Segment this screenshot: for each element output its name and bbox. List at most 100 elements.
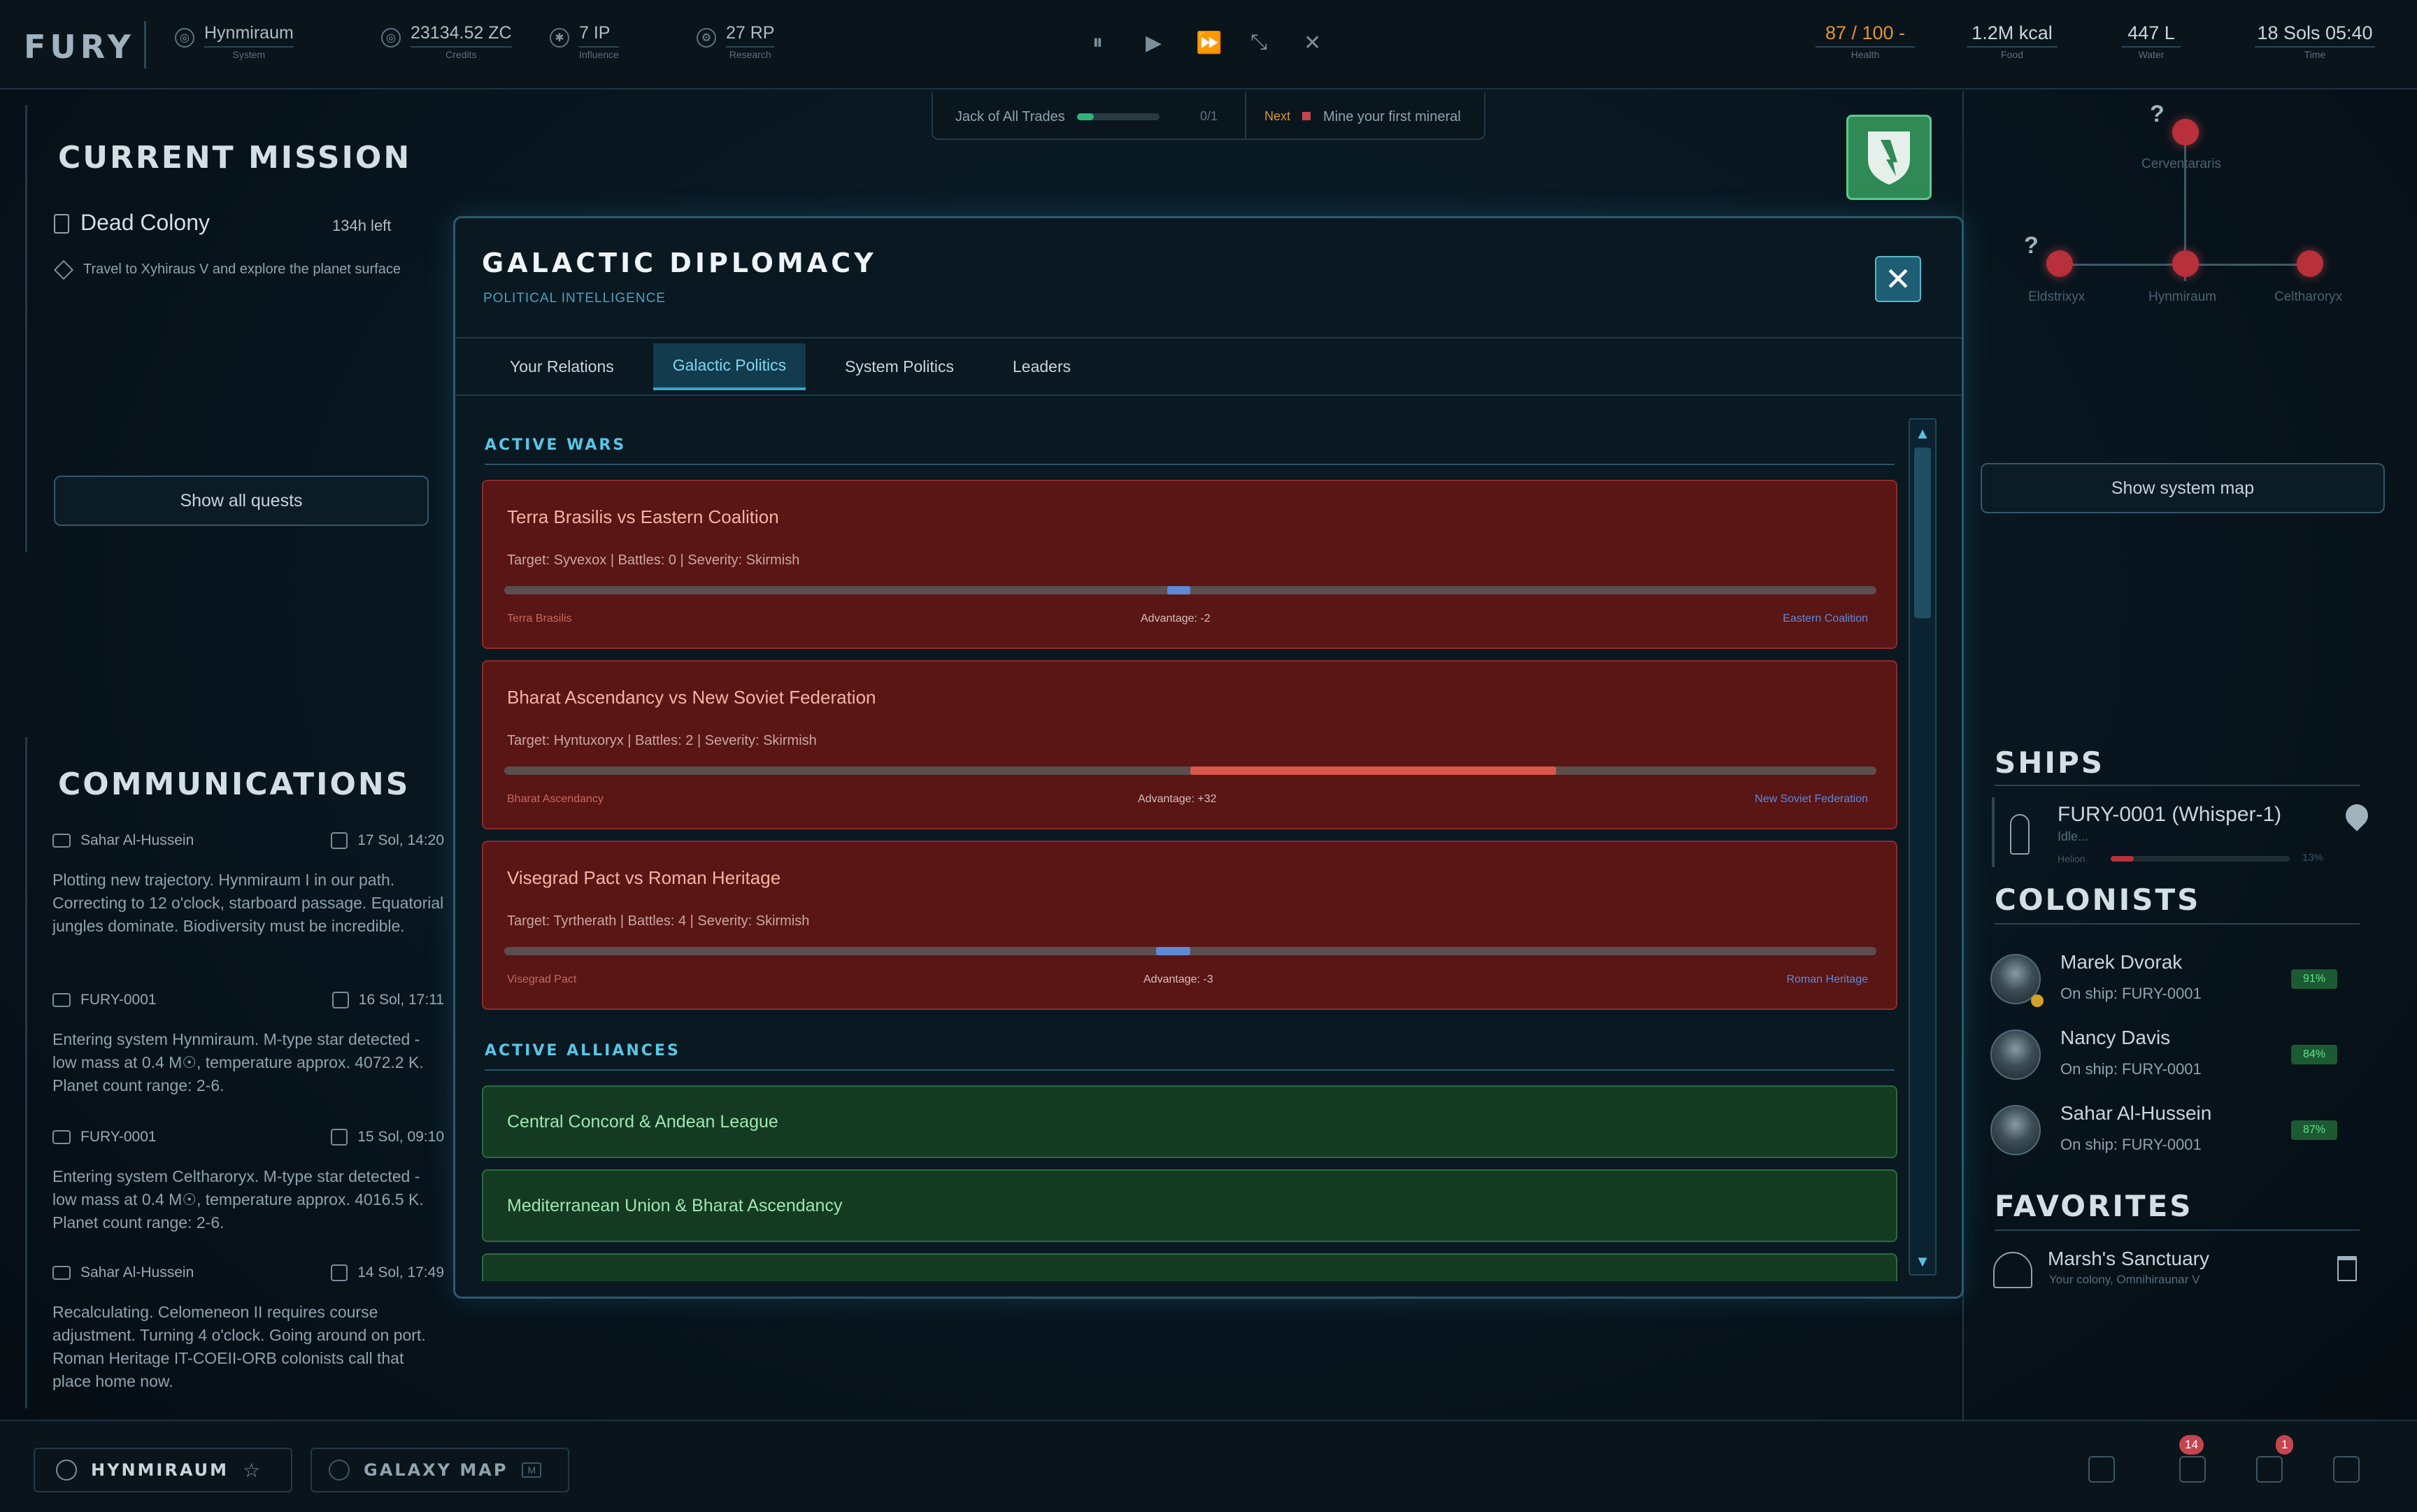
chat-icon <box>52 993 71 1007</box>
galaxy-map-label: GALAXY MAP <box>364 1460 508 1480</box>
fuel-fill <box>2111 856 2134 862</box>
health-stat[interactable]: 87 / 100 - Health <box>1816 21 1915 60</box>
fuel-percent: 13% <box>2302 852 2324 864</box>
clipboard-icon[interactable] <box>2333 1456 2360 1483</box>
message-item[interactable]: FURY-0001 15 Sol, 09:10 Entering system C… <box>52 1129 444 1234</box>
system-node[interactable] <box>2046 250 2073 277</box>
achievement-progress-bar <box>1077 113 1160 120</box>
chat-icon <box>52 1130 71 1144</box>
fuel-label: Helion <box>2058 853 2086 864</box>
tab-galactic-politics[interactable]: Galactic Politics <box>653 343 806 390</box>
divider <box>1995 1229 2360 1231</box>
research-value: 27 RP <box>726 23 775 43</box>
faction-emblem-icon[interactable] <box>1846 115 1932 200</box>
alliance-card[interactable] <box>482 1253 1897 1281</box>
location-tab[interactable]: HYNMIRAUM ☆ <box>34 1448 292 1492</box>
favorite-detail: Your colony, Omnihiraunar V <box>2049 1273 2200 1286</box>
credits-stat[interactable]: ◎ 23134.52 ZC Credits <box>381 21 512 60</box>
fast-forward-icon[interactable]: ⏩ <box>1196 31 1222 55</box>
war-card[interactable]: Visegrad Pact vs Roman Heritage Target: … <box>482 841 1897 1010</box>
document-icon[interactable] <box>2088 1456 2115 1483</box>
colonist-location: On ship: FURY-0001 <box>2060 1060 2202 1078</box>
colonist-item[interactable]: Sahar Al-Hussein On ship: FURY-0001 87% <box>1990 1097 2354 1164</box>
influence-stat[interactable]: ✱ 7 IP Influence <box>550 21 619 60</box>
message-item[interactable]: FURY-0001 16 Sol, 17:11 Entering system H… <box>52 992 444 1097</box>
health-badge: 91% <box>2291 969 2337 989</box>
mission-name[interactable]: Dead Colony <box>80 210 210 236</box>
food-label: Food <box>1967 46 2058 60</box>
advantage-label: Advantage: +32 <box>1138 793 1217 805</box>
scroll-thumb[interactable] <box>1914 448 1931 618</box>
message-text: Entering system Hynmiraum. M-type star d… <box>52 1030 424 1094</box>
message-list: Sahar Al-Hussein 17 Sol, 14:20 Plotting n… <box>52 832 447 1408</box>
war-left-faction: Bharat Ascendancy <box>507 793 604 805</box>
system-node[interactable] <box>2297 250 2323 277</box>
colonist-item[interactable]: Marek Dvorak On ship: FURY-0001 91% <box>1990 946 2354 1013</box>
credits-value: 23134.52 ZC <box>411 23 512 43</box>
star-icon[interactable]: ☆ <box>243 1459 260 1482</box>
scrollbar[interactable]: ▲ ▼ <box>1909 418 1937 1276</box>
war-left-faction: Terra Brasilis <box>507 613 572 625</box>
shield-icon <box>1868 131 1910 185</box>
message-sender: FURY-0001 <box>80 992 157 1008</box>
calendar-icon <box>331 832 348 849</box>
crafting-icon[interactable] <box>2179 1456 2206 1483</box>
avatar <box>1990 1105 2041 1155</box>
pause-icon[interactable]: ⏸ <box>1092 31 1103 55</box>
modal-title: GALACTIC DIPLOMACY <box>482 248 877 278</box>
war-right-faction: New Soviet Federation <box>1755 793 1868 805</box>
tab-leaders[interactable]: Leaders <box>993 345 1090 389</box>
war-title: Visegrad Pact vs Roman Heritage <box>507 867 781 888</box>
faster-icon[interactable]: ⤡ <box>1250 31 1267 55</box>
active-wars-title: ACTIVE WARS <box>485 436 1895 465</box>
advantage-label: Advantage: -3 <box>1143 973 1213 985</box>
alliance-card[interactable]: Central Concord & Andean League <box>482 1085 1897 1158</box>
time-stat[interactable]: 18 Sols 05:40 Time <box>2255 21 2375 60</box>
tab-system-politics[interactable]: System Politics <box>825 345 974 389</box>
fuel-bar <box>2111 856 2290 862</box>
advantage-fill <box>1167 586 1190 594</box>
system-map[interactable]: ? ? Cerventararis Eldstrixyx Hynmiraum C… <box>1979 98 2392 462</box>
health-label: Health <box>1816 46 1915 60</box>
rocket-icon <box>2010 814 2030 855</box>
message-item[interactable]: Sahar Al-Hussein 14 Sol, 17:49 Recalculat… <box>52 1264 444 1393</box>
war-card[interactable]: Terra Brasilis vs Eastern Coalition Targ… <box>482 480 1897 649</box>
ship-item[interactable]: FURY-0001 (Whisper-1) Idle... Helion 13% <box>1992 797 2373 867</box>
message-item[interactable]: Sahar Al-Hussein 17 Sol, 14:20 Plotting n… <box>52 832 444 938</box>
politics-content: ACTIVE WARS Terra Brasilis vs Eastern Co… <box>455 401 1907 1281</box>
system-node[interactable] <box>2172 250 2199 277</box>
show-system-map-button[interactable]: Show system map <box>1981 463 2385 513</box>
water-stat[interactable]: 447 L Water <box>2122 21 2181 60</box>
advantage-bar <box>504 947 1876 955</box>
close-icon[interactable]: ✕ <box>1875 256 1921 302</box>
objective-icon <box>53 259 74 280</box>
scroll-log-icon[interactable] <box>2256 1456 2283 1483</box>
credits-icon: ◎ <box>381 28 401 48</box>
influence-value: 7 IP <box>579 23 611 43</box>
trash-icon[interactable] <box>2337 1256 2357 1281</box>
chat-icon <box>52 834 71 848</box>
colonist-item[interactable]: Nancy Davis On ship: FURY-0001 84% <box>1990 1021 2354 1088</box>
play-icon[interactable]: ▶ <box>1146 31 1162 55</box>
galaxy-map-tab[interactable]: GALAXY MAP M <box>311 1448 569 1492</box>
food-stat[interactable]: 1.2M kcal Food <box>1967 21 2058 60</box>
message-text: Recalculating. Celomeneon II requires co… <box>52 1303 426 1390</box>
system-icon: ◎ <box>175 28 194 48</box>
influence-label: Influence <box>579 46 619 60</box>
location-pin-icon[interactable] <box>2341 799 2373 832</box>
show-all-quests-button[interactable]: Show all quests <box>54 476 429 526</box>
research-label: Research <box>726 46 775 60</box>
tab-your-relations[interactable]: Your Relations <box>490 345 634 389</box>
scroll-down-icon[interactable]: ▼ <box>1913 1252 1932 1271</box>
war-card[interactable]: Bharat Ascendancy vs New Soviet Federati… <box>482 660 1897 829</box>
research-stat[interactable]: ⚙ 27 RP Research <box>697 21 775 60</box>
system-stat[interactable]: ◎ Hynmiraum System <box>175 21 294 60</box>
scroll-up-icon[interactable]: ▲ <box>1913 424 1932 443</box>
system-node[interactable] <box>2172 119 2199 145</box>
alliance-card[interactable]: Mediterranean Union & Bharat Ascendancy <box>482 1169 1897 1242</box>
achievement-tracker[interactable]: Jack of All Trades 0/1 Next Mine your fi… <box>932 92 1485 140</box>
chat-icon <box>52 1266 71 1280</box>
colonist-location: On ship: FURY-0001 <box>2060 1136 2202 1153</box>
fastest-icon[interactable]: ✕ <box>1304 31 1321 55</box>
favorite-item[interactable]: Marsh's Sanctuary Your colony, Omnihirau… <box>1990 1243 2368 1299</box>
